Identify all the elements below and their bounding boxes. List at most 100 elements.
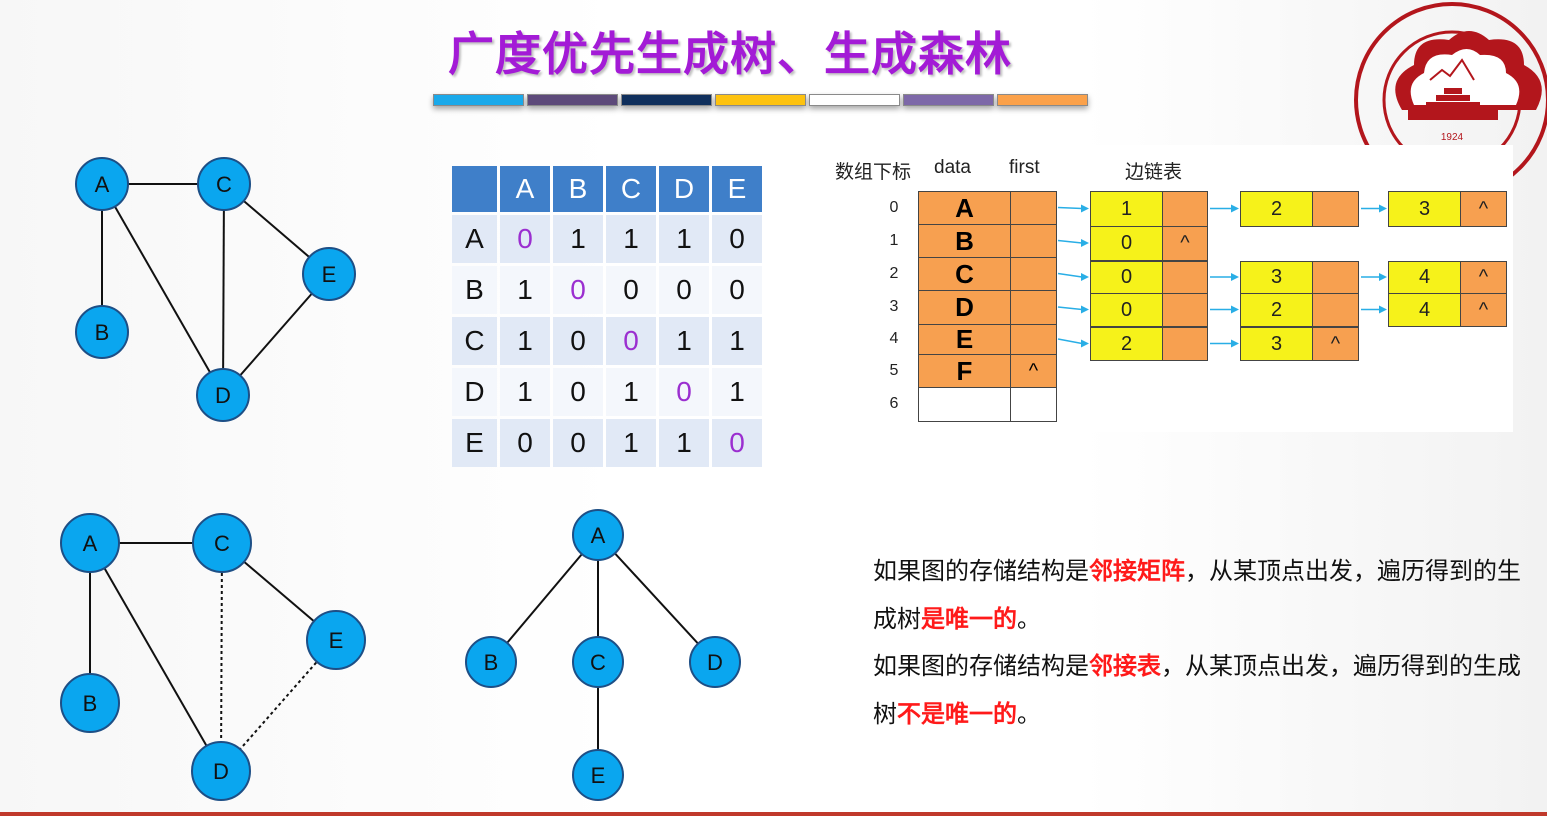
node-label: C [214, 531, 230, 556]
matrix-row: A01110 [452, 215, 762, 263]
index-header: 数组下标 [835, 162, 912, 183]
adjacency-matrix: ABCDEA01110B10000C10011D10101E00110 [449, 163, 765, 470]
node-label: D [215, 383, 231, 408]
highlight: 邻接矩阵 [1089, 557, 1185, 585]
matrix-cell: 0 [500, 419, 550, 467]
array-index: 2 [889, 264, 899, 282]
matrix-cell: 1 [659, 419, 709, 467]
edge-node-next [1312, 261, 1359, 294]
matrix-cell: 1 [712, 368, 762, 416]
matrix-cell: 0 [606, 317, 656, 365]
edge-node-adjvex: 0 [1090, 226, 1163, 261]
edge-node-adjvex: 2 [1240, 293, 1313, 327]
vertex-first-cell: ^ [1010, 354, 1057, 388]
matrix-cell: 1 [500, 317, 550, 365]
matrix-cell: 0 [659, 266, 709, 314]
matrix-row: B10000 [452, 266, 762, 314]
bottom-border [0, 812, 1547, 816]
vertex-data-cell [918, 387, 1011, 422]
matrix-cell: 1 [659, 317, 709, 365]
matrix-header-cell: C [606, 166, 656, 212]
matrix-cell: 1 [606, 419, 656, 467]
edge-node-adjvex: 0 [1090, 293, 1163, 327]
vertex-first-cell [1010, 324, 1057, 355]
matrix-cell: 0 [553, 266, 603, 314]
matrix-cell: 0 [553, 368, 603, 416]
vertex-data-cell: B [918, 224, 1011, 258]
edge-node-adjvex: 2 [1090, 327, 1163, 361]
row-label: B [452, 266, 497, 314]
row-label: E [452, 419, 497, 467]
vertex-first-cell [1010, 224, 1057, 258]
vertex-data-cell: F [918, 354, 1011, 388]
node-label: B [83, 691, 98, 716]
vertex-data-cell: D [918, 290, 1011, 325]
matrix-row: E00110 [452, 419, 762, 467]
highlight: 不是唯一的 [897, 699, 1017, 728]
edge-node-next: ^ [1162, 226, 1208, 261]
array-index: 5 [889, 361, 899, 379]
matrix-header-cell [452, 166, 497, 212]
matrix-cell: 1 [712, 317, 762, 365]
matrix-cell: 0 [553, 419, 603, 467]
graph1: A B C D E [75, 157, 356, 422]
edge-node-next [1162, 191, 1208, 227]
matrix-cell: 1 [500, 368, 550, 416]
edge-node-next [1312, 293, 1359, 327]
edge-node-next: ^ [1460, 261, 1507, 294]
edge-CD [222, 183, 225, 396]
edge-node-adjvex: 1 [1090, 191, 1163, 227]
array-index: 3 [889, 298, 899, 315]
node-label: D [213, 759, 229, 784]
vertex-first-cell [1010, 257, 1057, 291]
node-label: D [707, 650, 723, 675]
graph2: A B C D E [60, 513, 366, 801]
highlight: 是唯一的 [921, 604, 1017, 633]
vertex-data-cell: C [918, 257, 1011, 291]
edge-node-adjvex: 2 [1240, 191, 1313, 227]
matrix-cell: 1 [500, 266, 550, 314]
matrix-cell: 0 [659, 368, 709, 416]
matrix-header-cell: E [712, 166, 762, 212]
node-label: C [590, 650, 606, 675]
array-index: 1 [889, 231, 899, 249]
node-label: E [322, 262, 337, 287]
tree: A B C D E [465, 509, 741, 801]
matrix-cell: 1 [606, 368, 656, 416]
first-header: first [1009, 157, 1040, 178]
edge-node-adjvex: 4 [1388, 293, 1461, 327]
vertex-data-cell: A [918, 191, 1011, 225]
matrix-row: C10011 [452, 317, 762, 365]
node-label: E [329, 628, 344, 653]
edge-node-next: ^ [1312, 327, 1359, 361]
row-label: D [452, 368, 497, 416]
matrix-cell: 0 [712, 419, 762, 467]
edge-node-adjvex: 3 [1388, 191, 1461, 227]
dotted-edge-CD [220, 542, 223, 772]
vertex-first-cell [1010, 290, 1057, 325]
matrix-cell: 0 [500, 215, 550, 263]
matrix-cell: 1 [606, 215, 656, 263]
node-label: A [83, 531, 98, 556]
matrix-header-cell: A [500, 166, 550, 212]
edge-node-next: ^ [1460, 293, 1507, 327]
node-label: C [216, 172, 232, 197]
array-index: 4 [889, 330, 899, 347]
matrix-header-cell: D [659, 166, 709, 212]
row-label: C [452, 317, 497, 365]
paragraph-2: 如果图的存储结构是邻接表，从某顶点出发，遍历得到的生成树不是唯一的。 [873, 652, 1521, 728]
matrix-cell: 1 [553, 215, 603, 263]
matrix-header-cell: B [553, 166, 603, 212]
row-label: A [452, 215, 497, 263]
edge-node-next [1162, 261, 1208, 294]
edge-node-next [1162, 293, 1208, 327]
node-label: A [95, 172, 110, 197]
edge-node-adjvex: 4 [1388, 261, 1461, 294]
edge-list-header: 边链表 [1125, 162, 1183, 183]
matrix-row: D10101 [452, 368, 762, 416]
vertex-first-cell [1010, 191, 1057, 225]
paragraph-1: 如果图的存储结构是邻接矩阵，从某顶点出发，遍历得到的生成树是唯一的。 [873, 557, 1521, 633]
edge-node-adjvex: 3 [1240, 261, 1313, 294]
matrix-cell: 1 [659, 215, 709, 263]
matrix-cell: 0 [553, 317, 603, 365]
